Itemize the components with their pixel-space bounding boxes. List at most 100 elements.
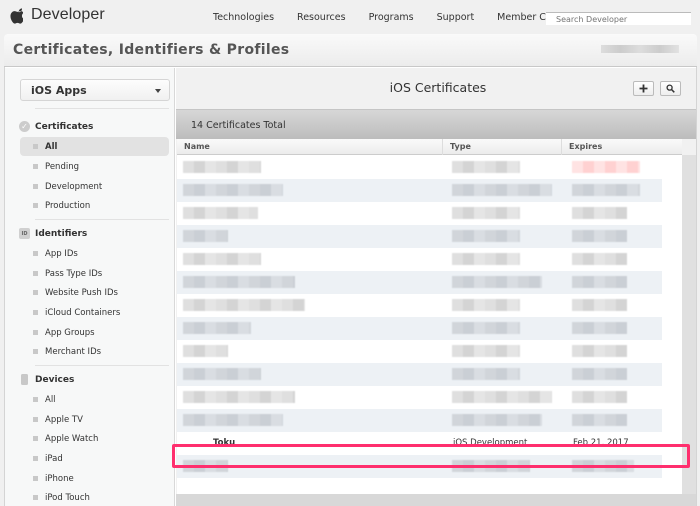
table-row[interactable]: Toku iOS Development Feb 21, 2017: [177, 432, 662, 455]
cell-name: [177, 386, 443, 409]
cell-expires: Feb 21, 2017: [562, 432, 662, 455]
cell-type: [443, 248, 562, 271]
table-row[interactable]: [177, 156, 662, 179]
column-header-name[interactable]: Name: [177, 139, 443, 155]
redacted-text: [452, 184, 552, 196]
page-header: Certificates, Identifiers & Profiles: [4, 34, 697, 67]
redacted-text: [183, 460, 228, 472]
column-header-expires[interactable]: Expires: [562, 139, 682, 155]
table-row[interactable]: [177, 271, 662, 294]
search-icon: [666, 84, 675, 93]
nav-programs[interactable]: Programs: [369, 12, 414, 23]
table-row[interactable]: [177, 248, 662, 271]
section-devices: Devices: [19, 374, 74, 385]
section-title: Certificates: [35, 121, 94, 132]
search-developer-input[interactable]: [546, 12, 691, 25]
redacted-text: [572, 391, 627, 403]
nav-resources[interactable]: Resources: [297, 12, 346, 23]
sidebar-item-devices-all[interactable]: All: [20, 390, 169, 409]
cell-type: iOS Development: [443, 432, 562, 455]
table-row[interactable]: [177, 317, 662, 340]
developer-logo[interactable]: Developer: [8, 6, 105, 24]
certificate-name: Toku: [213, 438, 236, 448]
scrollbar[interactable]: [682, 155, 696, 494]
cell-expires: [562, 294, 662, 317]
table-row[interactable]: [177, 363, 662, 386]
divider: [35, 108, 169, 109]
cell-type: [443, 455, 562, 478]
table-row[interactable]: [177, 294, 662, 317]
bullet-icon: [33, 495, 38, 500]
sidebar-item-apple-tv[interactable]: Apple TV: [20, 410, 169, 429]
redacted-text: [452, 253, 520, 265]
redacted-text: [183, 437, 209, 449]
sidebar-item-label: Pending: [45, 161, 79, 172]
chevron-down-icon: [155, 89, 161, 93]
sidebar-item-production[interactable]: Production: [20, 196, 169, 215]
certificates-total-bar: 14 Certificates Total: [176, 109, 696, 139]
search-certificates-button[interactable]: [660, 81, 681, 96]
table-row[interactable]: [177, 202, 662, 225]
sidebar-item-app-groups[interactable]: App Groups: [20, 323, 169, 342]
redacted-text: [183, 414, 283, 426]
sidebar-item-app-ids[interactable]: App IDs: [20, 244, 169, 263]
table-row[interactable]: [177, 409, 662, 432]
redacted-text: [452, 299, 520, 311]
redacted-text: [183, 391, 295, 403]
redacted-text: [452, 322, 520, 334]
cell-type: [443, 409, 562, 432]
certificate-type: iOS Development: [453, 438, 528, 448]
cell-expires: [562, 202, 662, 225]
sidebar-item-label: Apple Watch: [45, 433, 99, 444]
platform-select[interactable]: iOS Apps: [20, 79, 170, 101]
nav-support[interactable]: Support: [437, 12, 475, 23]
cell-expires: [562, 225, 662, 248]
sidebar-item-apple-watch[interactable]: Apple Watch: [20, 429, 169, 448]
redacted-text: [183, 276, 295, 288]
sidebar-item-certificates-all[interactable]: All: [20, 137, 169, 156]
sidebar-item-label: App IDs: [45, 248, 78, 259]
sidebar-item-website-push-ids[interactable]: Website Push IDs: [20, 283, 169, 302]
bullet-icon: [33, 164, 38, 169]
cell-name: [177, 202, 443, 225]
sidebar-item-merchant-ids[interactable]: Merchant IDs: [20, 342, 169, 361]
table-row[interactable]: [177, 225, 662, 248]
bullet-icon: [33, 290, 38, 295]
redacted-text: [183, 345, 228, 357]
bullet-icon: [33, 144, 38, 149]
column-header-type[interactable]: Type: [443, 139, 562, 155]
sidebar-item-development[interactable]: Development: [20, 177, 169, 196]
sidebar-item-pending[interactable]: Pending: [20, 157, 169, 176]
table-row[interactable]: [177, 340, 662, 363]
page-title: Certificates, Identifiers & Profiles: [13, 42, 290, 58]
cell-name: [177, 317, 443, 340]
cell-name: [177, 156, 443, 179]
top-navigation: Developer Technologies Resources Program…: [0, 0, 700, 36]
sidebar-item-ipod-touch[interactable]: iPod Touch: [20, 488, 169, 506]
table-row[interactable]: [177, 386, 662, 409]
redacted-text: [572, 184, 640, 196]
main-content: iOS Certificates 14 Certificates Total N…: [176, 68, 696, 506]
cell-type: [443, 225, 562, 248]
bullet-icon: [33, 310, 38, 315]
sidebar-item-label: Pass Type IDs: [45, 268, 103, 279]
sidebar-item-icloud-containers[interactable]: iCloud Containers: [20, 303, 169, 322]
redacted-text: [452, 276, 542, 288]
sidebar-item-iphone[interactable]: iPhone: [20, 469, 169, 488]
cell-name: [177, 455, 443, 478]
redacted-text: [183, 161, 261, 173]
cell-type: [443, 294, 562, 317]
add-certificate-button[interactable]: [633, 81, 654, 96]
sidebar-item-pass-type-ids[interactable]: Pass Type IDs: [20, 264, 169, 283]
cell-expires: [562, 455, 662, 478]
apple-logo-icon: [10, 8, 23, 24]
bullet-icon: [33, 417, 38, 422]
table-row[interactable]: [177, 179, 662, 202]
nav-technologies[interactable]: Technologies: [213, 12, 274, 23]
sidebar-item-label: Development: [45, 181, 103, 192]
sidebar-item-label: App Groups: [45, 327, 95, 338]
table-row[interactable]: [177, 455, 662, 478]
account-name-redacted[interactable]: [601, 45, 679, 53]
sidebar-item-ipad[interactable]: iPad: [20, 449, 169, 468]
bullet-icon: [33, 203, 38, 208]
